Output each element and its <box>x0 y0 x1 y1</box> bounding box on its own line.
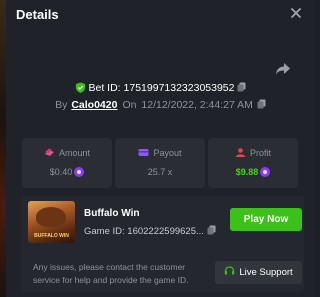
stat-value: $0.40 <box>49 167 73 177</box>
modal-title: Details <box>16 7 59 22</box>
thumbnail-logo-text: BUFFALO WIN <box>34 233 69 239</box>
game-id-value: 1602222599625... <box>127 226 204 237</box>
live-support-label: Live Support <box>239 267 293 278</box>
bet-id-value: 1751997132323053952 <box>123 82 235 94</box>
headset-icon <box>225 266 235 275</box>
game-thumbnail[interactable]: BUFFALO WIN <box>28 201 75 243</box>
bet-id-row: Bet ID: 1751997132323053952 <box>6 82 315 94</box>
bet-id-label: Bet ID: <box>88 82 121 94</box>
on-label: On <box>122 99 137 111</box>
details-modal: Details Bet ID: 1751997132323053952 By Ca… <box>6 0 315 297</box>
coins-icon <box>44 148 54 156</box>
coin-icon <box>74 167 85 177</box>
live-support-button[interactable]: Live Support <box>215 261 302 284</box>
stat-amount: Amount $0.40 <box>22 138 112 188</box>
close-icon[interactable] <box>289 6 303 20</box>
payout-icon <box>138 149 149 156</box>
stat-value: $9.88 <box>235 167 259 177</box>
game-card: BUFFALO WIN Buffalo Win Game ID: 1602222… <box>21 196 304 292</box>
bet-date: 12/12/2022, 2:44:27 AM <box>141 99 253 111</box>
help-text: Any issues, please contact the customer … <box>33 262 189 285</box>
profit-icon <box>235 148 245 157</box>
game-id-label: Game ID: <box>84 226 125 237</box>
bet-author-row: By Calo0420 On 12/12/2022, 2:44:27 AM <box>6 99 315 111</box>
by-label: By <box>55 99 68 111</box>
stat-payout: Payout 25.7 x <box>115 138 205 188</box>
stat-profit: Profit $9.88 <box>208 138 298 188</box>
copy-icon[interactable] <box>207 225 216 235</box>
play-now-button[interactable]: Play Now <box>230 208 302 231</box>
coin-icon <box>260 167 271 177</box>
stat-label: Profit <box>249 148 271 158</box>
share-icon[interactable] <box>275 62 291 76</box>
stat-label: Payout <box>153 148 182 158</box>
stat-value: 25.7 x <box>147 167 173 177</box>
copy-icon[interactable] <box>237 82 246 92</box>
stat-label: Amount <box>58 148 91 158</box>
game-name: Buffalo Win <box>84 208 140 219</box>
copy-icon[interactable] <box>257 99 266 109</box>
username-link[interactable]: Calo0420 <box>71 99 117 111</box>
page: Details Bet ID: 1751997132323053952 By Ca… <box>0 0 315 297</box>
game-id-row: Game ID: 1602222599625... <box>84 225 216 237</box>
shield-check-icon <box>75 82 85 93</box>
